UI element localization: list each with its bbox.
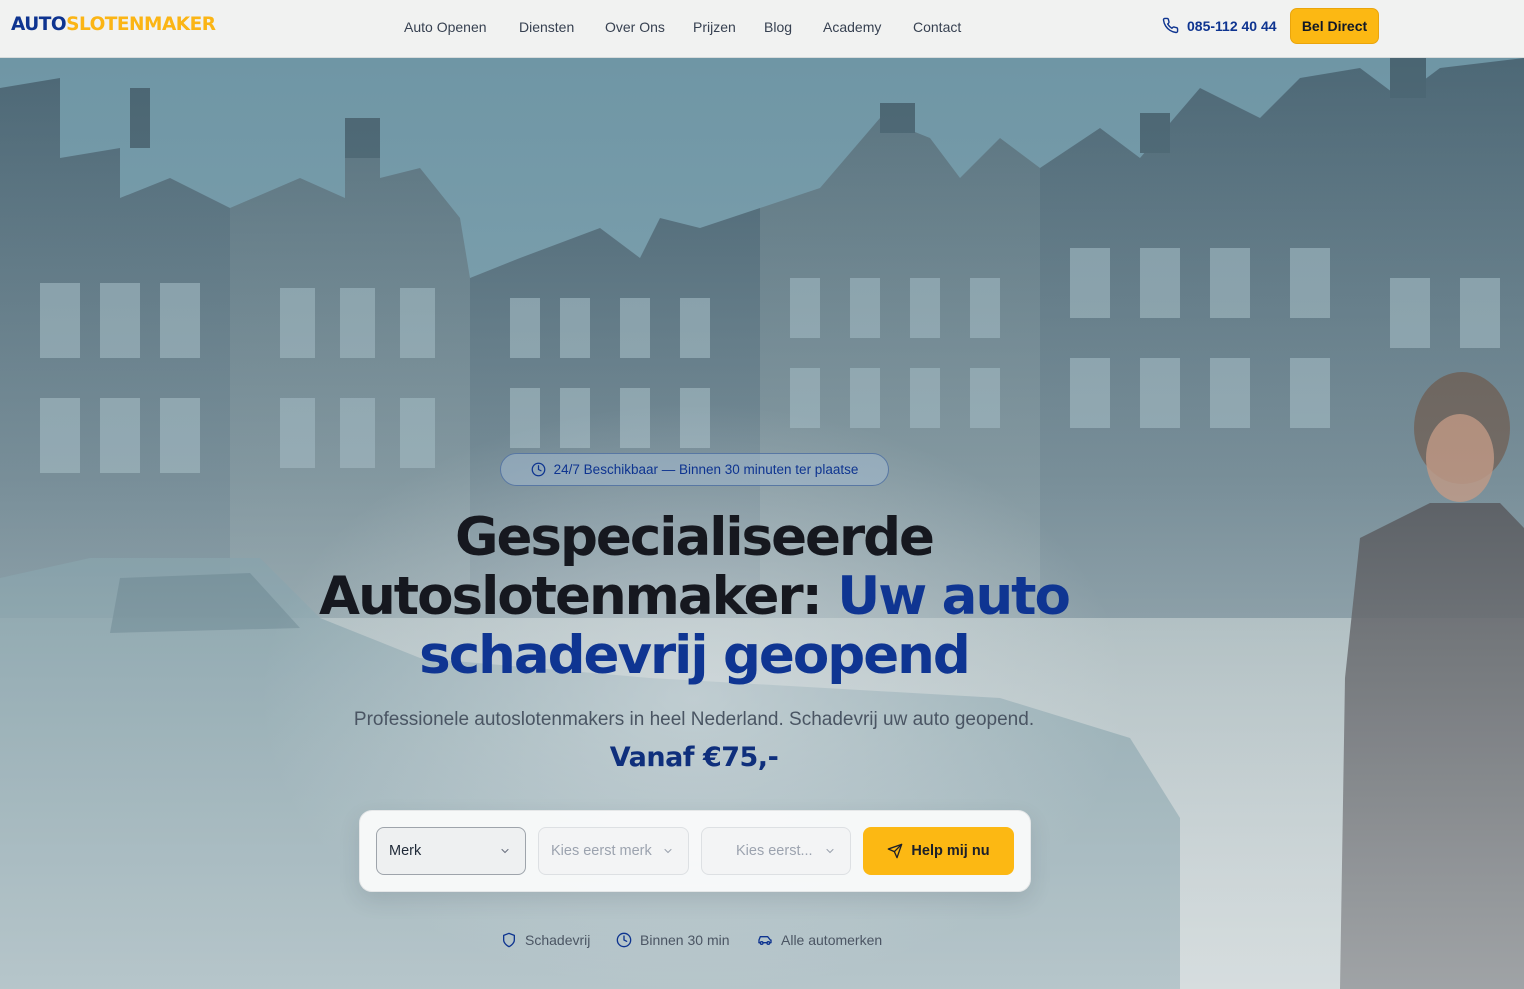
phone-link[interactable]: 085-112 40 44 xyxy=(1162,17,1277,34)
car-icon xyxy=(758,936,772,945)
nav-diensten[interactable]: Diensten xyxy=(519,18,574,36)
feature-label: Binnen 30 min xyxy=(640,932,730,948)
brand-select-value: Merk xyxy=(389,843,422,859)
availability-badge: 24/7 Beschikbaar — Binnen 30 minuten ter… xyxy=(500,453,889,486)
nav-academy[interactable]: Academy xyxy=(823,18,881,36)
help-submit-button[interactable]: Help mij nu xyxy=(863,827,1014,875)
feature-schadevrij: Schadevrij xyxy=(501,932,590,948)
send-icon xyxy=(888,843,903,859)
nav-prijzen[interactable]: Prijzen xyxy=(693,18,736,36)
nav-contact[interactable]: Contact xyxy=(913,18,961,36)
model-select-value: Kies eerst merk xyxy=(551,843,652,859)
brand-select[interactable]: Merk xyxy=(376,827,526,875)
chevron-down-icon xyxy=(664,848,672,854)
chevron-down-icon xyxy=(501,848,509,854)
shield-icon xyxy=(503,932,515,948)
quick-help-form: Merk Kies eerst merk Kies eerst... Help … xyxy=(359,810,1031,892)
nav-auto-openen[interactable]: Auto Openen xyxy=(404,18,487,36)
year-select-value: Kies eerst... xyxy=(736,843,813,859)
bel-direct-button[interactable]: Bel Direct xyxy=(1290,8,1379,44)
nav-blog[interactable]: Blog xyxy=(764,18,792,36)
hero-subtitle: Professionele autoslotenmakers in heel N… xyxy=(353,709,1035,730)
nav-over-ons[interactable]: Over Ons xyxy=(605,18,665,36)
hero-title: Gespecialiseerde Autoslotenmaker: Uw aut… xyxy=(244,508,1144,685)
clock-icon xyxy=(616,932,632,948)
title-line-1: Gespecialiseerde xyxy=(454,507,935,568)
chevron-down-icon xyxy=(826,848,834,854)
title-line-2: Autoslotenmaker: xyxy=(319,566,838,627)
feature-label: Schadevrij xyxy=(525,932,591,948)
title-accent-2: schadevrij geopend xyxy=(419,625,971,686)
badge-text: 24/7 Beschikbaar — Binnen 30 minuten ter… xyxy=(553,462,859,477)
help-submit-label: Help mij nu xyxy=(911,843,990,859)
title-accent-1: Uw auto xyxy=(837,566,1071,627)
phone-icon xyxy=(1162,17,1179,34)
phone-number: 085-112 40 44 xyxy=(1187,17,1277,34)
site-header: AUTOSLOTENMAKER Auto Openen Diensten Ove… xyxy=(0,0,1524,58)
feature-label: Alle automerken xyxy=(781,932,883,948)
feature-binnen-30-min: Binnen 30 min xyxy=(616,932,730,948)
model-select[interactable]: Kies eerst merk xyxy=(538,827,689,875)
clock-icon xyxy=(531,462,546,477)
feature-list: Schadevrij Binnen 30 min Alle automerken xyxy=(0,932,1524,952)
price-label: Vanaf €75,- xyxy=(609,742,779,773)
feature-alle-automerken: Alle automerken xyxy=(757,932,882,948)
year-select[interactable]: Kies eerst... xyxy=(701,827,851,875)
